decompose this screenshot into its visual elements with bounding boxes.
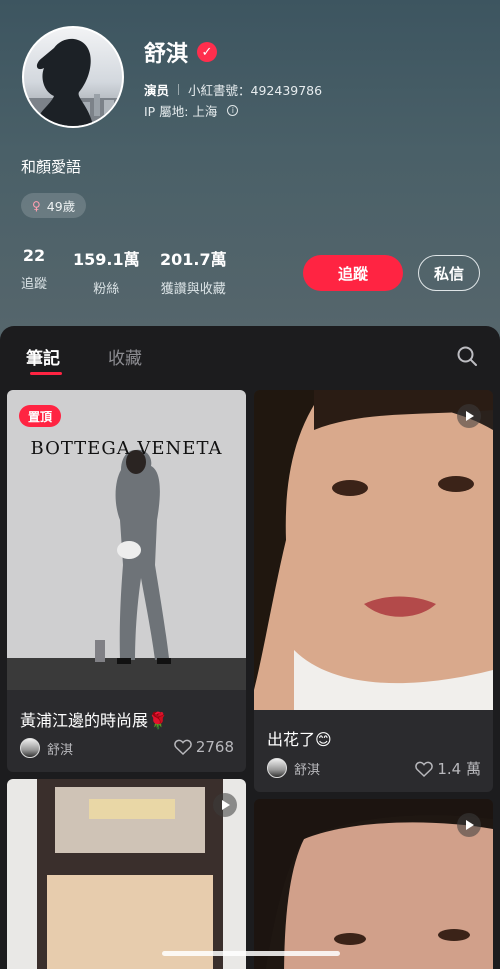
search-icon[interactable] <box>456 345 478 367</box>
note-card[interactable] <box>7 779 246 969</box>
note-title: 黃浦江邊的時尚展🌹 <box>20 711 168 730</box>
heart-icon <box>174 739 192 755</box>
author-avatar <box>20 738 40 758</box>
ip-location: IP 屬地: 上海 <box>144 104 218 119</box>
note-card[interactable] <box>254 799 493 969</box>
message-button[interactable]: 私信 <box>418 255 480 291</box>
meta-divider <box>178 84 180 95</box>
age-tag: ♀ 49歲 <box>21 193 87 218</box>
profile-role: 演员 <box>144 83 170 98</box>
redbook-id: 小紅書號：492439786 <box>188 83 323 98</box>
profile-meta: 演员 小紅書號：492439786 <box>144 80 322 99</box>
like-count[interactable]: 2768 <box>174 738 234 756</box>
video-play-icon <box>457 404 481 428</box>
stat-likes-collections[interactable]: 201.7萬 獲讚與收藏 <box>160 246 227 297</box>
note-card[interactable]: BOTTEGA VENETA 置頂 黃浦江邊的時尚展🌹 舒淇 2768 <box>7 390 246 772</box>
profile-header: 舒淇 ✓ 演员 小紅書號：492439786 IP 屬地: 上海 i 和顏愛語 … <box>0 0 500 340</box>
note-card[interactable]: 出花了😊 舒淇 1.4 萬 <box>254 390 493 792</box>
like-count-value: 1.4 萬 <box>437 760 481 778</box>
like-count-value: 2768 <box>195 738 234 756</box>
stat-following-value: 22 <box>22 246 46 265</box>
stat-following-label: 追蹤 <box>21 277 48 292</box>
avatar-photo <box>24 39 122 126</box>
like-count[interactable]: 1.4 萬 <box>415 758 481 779</box>
profile-name: 舒淇 <box>144 42 189 67</box>
note-image <box>7 779 246 969</box>
tab-notes[interactable]: 筆記 <box>26 344 60 369</box>
tab-collections[interactable]: 收藏 <box>108 344 142 369</box>
note-image <box>254 390 493 710</box>
ip-location-row: IP 屬地: 上海 i <box>144 101 239 120</box>
tab-bar: 筆記 收藏 <box>0 326 500 388</box>
note-image <box>7 390 246 690</box>
note-author[interactable]: 舒淇 <box>20 738 73 758</box>
home-indicator[interactable] <box>162 951 340 956</box>
stat-likes-label: 獲讚與收藏 <box>160 282 226 297</box>
tab-active-indicator <box>30 372 62 375</box>
pinned-badge: 置頂 <box>19 405 61 427</box>
brand-text: BOTTEGA VENETA <box>30 438 223 459</box>
follow-button[interactable]: 追蹤 <box>303 255 403 291</box>
stat-likes-value: 201.7萬 <box>160 250 227 269</box>
stat-following[interactable]: 22 追蹤 <box>21 246 47 292</box>
female-icon: ♀ <box>32 198 41 213</box>
stat-followers-label: 粉絲 <box>93 282 120 297</box>
avatar[interactable] <box>22 26 124 128</box>
video-play-icon <box>213 793 237 817</box>
heart-icon <box>415 761 434 777</box>
verified-icon: ✓ <box>197 42 217 62</box>
stat-followers[interactable]: 159.1萬 粉絲 <box>73 246 140 297</box>
stat-followers-value: 159.1萬 <box>73 250 140 269</box>
profile-bio: 和顏愛語 <box>21 158 82 176</box>
author-name: 舒淇 <box>47 742 74 758</box>
note-title: 出花了😊 <box>267 730 332 749</box>
note-author[interactable]: 舒淇 <box>267 758 320 778</box>
info-icon[interactable]: i <box>227 105 239 116</box>
author-name: 舒淇 <box>294 762 321 778</box>
author-avatar <box>267 758 287 778</box>
notes-panel: 筆記 收藏 BOTTEGA VENETA 置頂 黃浦江邊的時尚展🌹 舒淇 276… <box>0 326 500 969</box>
video-play-icon <box>457 813 481 837</box>
age-tag-label: 49歲 <box>46 199 76 214</box>
